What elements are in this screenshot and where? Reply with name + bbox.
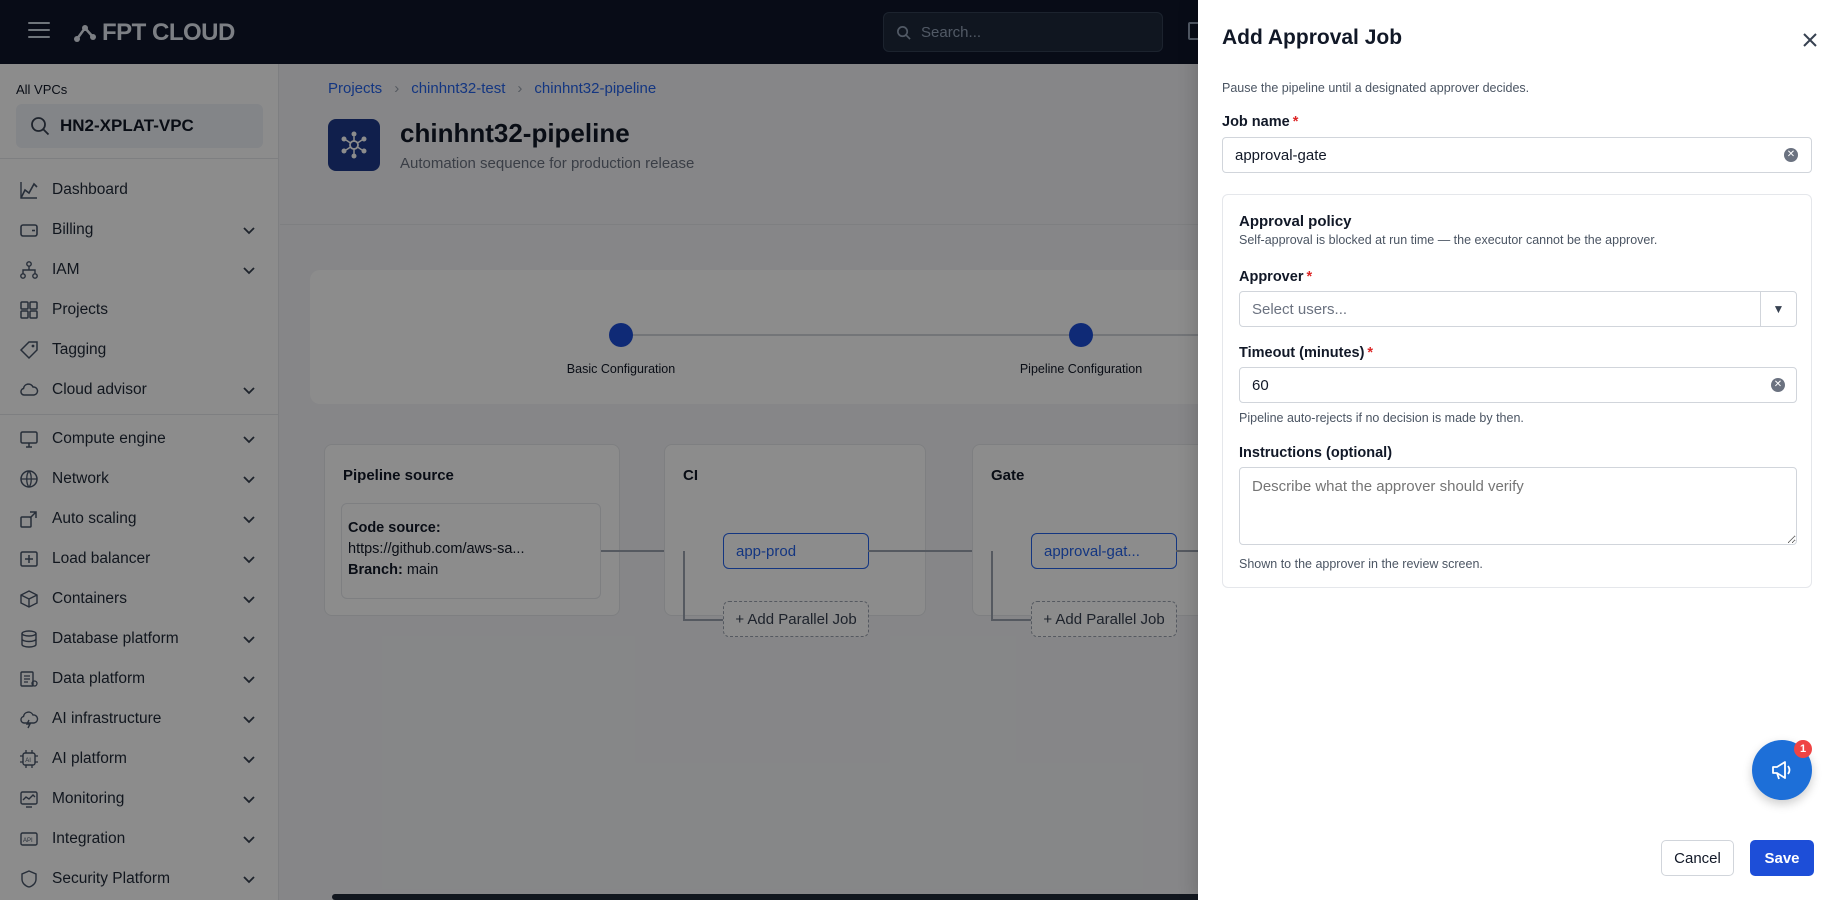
job-name-label: Job name * [1222, 114, 1299, 130]
clear-icon[interactable]: ✕ [1784, 148, 1798, 162]
close-icon[interactable] [1800, 30, 1820, 50]
save-button[interactable]: Save [1750, 840, 1814, 876]
instructions-textarea[interactable] [1239, 467, 1797, 545]
policy-subtitle: Self-approval is blocked at run time — t… [1239, 233, 1658, 247]
megaphone-icon [1772, 761, 1791, 780]
notification-badge: 1 [1794, 740, 1812, 758]
approver-label: Approver * [1239, 269, 1313, 285]
job-name-input[interactable]: approval-gate [1222, 137, 1812, 173]
add-approval-job-drawer: Add Approval Job Pause the pipeline unti… [1198, 0, 1838, 900]
cancel-button[interactable]: Cancel [1661, 840, 1734, 876]
timeout-input[interactable]: 60 [1239, 367, 1797, 403]
policy-title: Approval policy [1239, 213, 1352, 230]
instructions-help: Shown to the approver in the review scre… [1239, 557, 1483, 571]
approval-policy-card: Approval policy Self-approval is blocked… [1222, 194, 1812, 588]
drawer-description: Pause the pipeline until a designated ap… [1222, 81, 1530, 95]
approver-placeholder: Select users... [1252, 301, 1348, 318]
modal-backdrop[interactable] [0, 0, 1198, 900]
chevron-down-icon[interactable]: ▼ [1760, 292, 1796, 326]
drawer-title: Add Approval Job [1222, 26, 1403, 49]
timeout-label: Timeout (minutes) * [1239, 345, 1374, 361]
approver-select[interactable]: Select users... ▼ [1239, 291, 1797, 327]
timeout-value: 60 [1252, 376, 1269, 394]
instructions-label: Instructions (optional) [1239, 445, 1393, 461]
clear-icon[interactable]: ✕ [1771, 378, 1785, 392]
timeout-help: Pipeline auto-rejects if no decision is … [1239, 411, 1524, 425]
job-name-value: approval-gate [1235, 146, 1327, 164]
